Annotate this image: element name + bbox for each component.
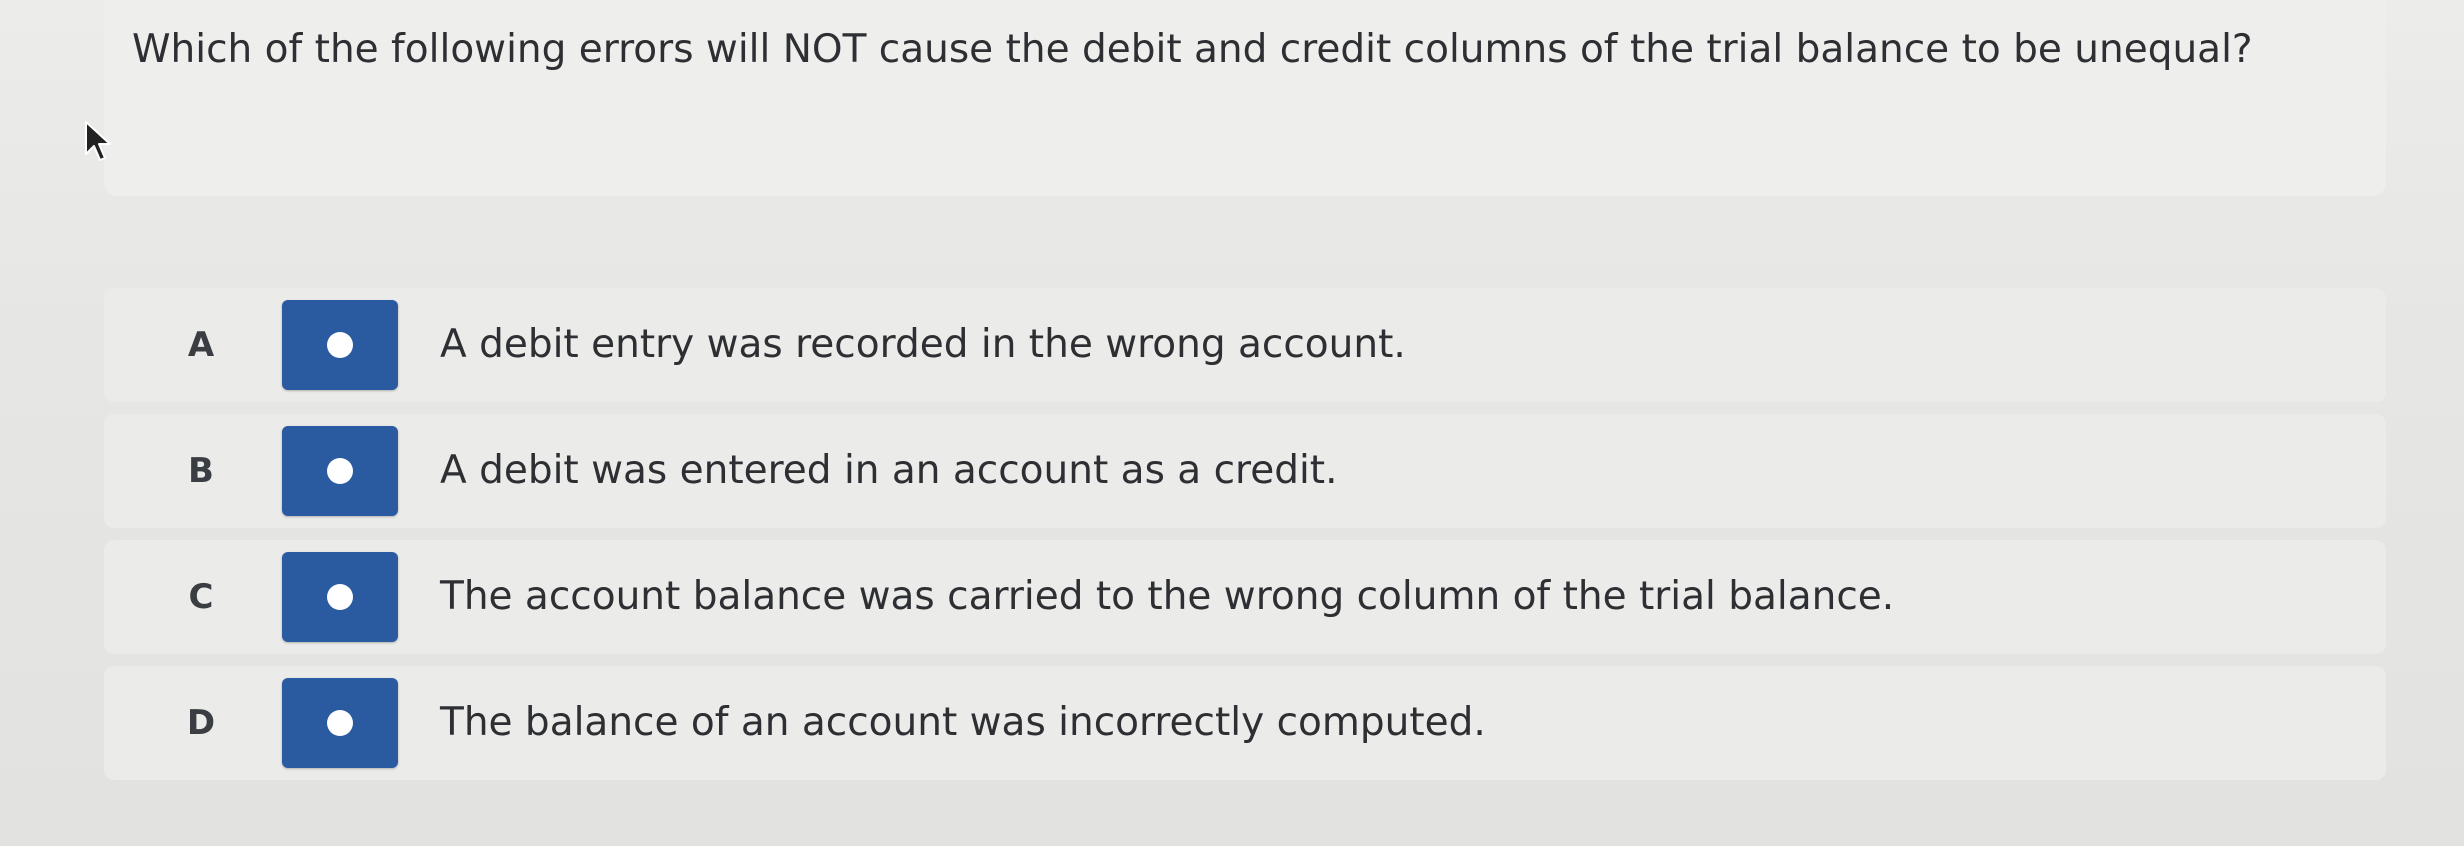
radio-dot-icon <box>327 458 353 484</box>
option-c-radio[interactable] <box>282 552 398 642</box>
option-a-radio[interactable] <box>282 300 398 390</box>
answer-options: A A debit entry was recorded in the wron… <box>104 288 2386 792</box>
option-c[interactable]: C The account balance was carried to the… <box>104 540 2386 654</box>
option-a[interactable]: A A debit entry was recorded in the wron… <box>104 288 2386 402</box>
option-d-radio[interactable] <box>282 678 398 768</box>
radio-dot-icon <box>327 584 353 610</box>
option-letter: D <box>186 703 216 743</box>
option-b[interactable]: B A debit was entered in an account as a… <box>104 414 2386 528</box>
radio-dot-icon <box>327 710 353 736</box>
mouse-pointer-icon <box>85 121 111 161</box>
option-letter: B <box>188 451 214 491</box>
option-text: A debit was entered in an account as a c… <box>440 448 1338 493</box>
option-text: The account balance was carried to the w… <box>440 574 1895 619</box>
question-card: Which of the following errors will NOT c… <box>104 0 2386 196</box>
option-d[interactable]: D The balance of an account was incorrec… <box>104 666 2386 780</box>
option-letter: A <box>187 325 215 365</box>
question-text: Which of the following errors will NOT c… <box>132 27 2253 72</box>
option-text: A debit entry was recorded in the wrong … <box>440 322 1406 367</box>
option-text: The balance of an account was incorrectl… <box>440 700 1486 745</box>
radio-dot-icon <box>327 332 353 358</box>
option-b-radio[interactable] <box>282 426 398 516</box>
option-letter: C <box>188 577 214 617</box>
